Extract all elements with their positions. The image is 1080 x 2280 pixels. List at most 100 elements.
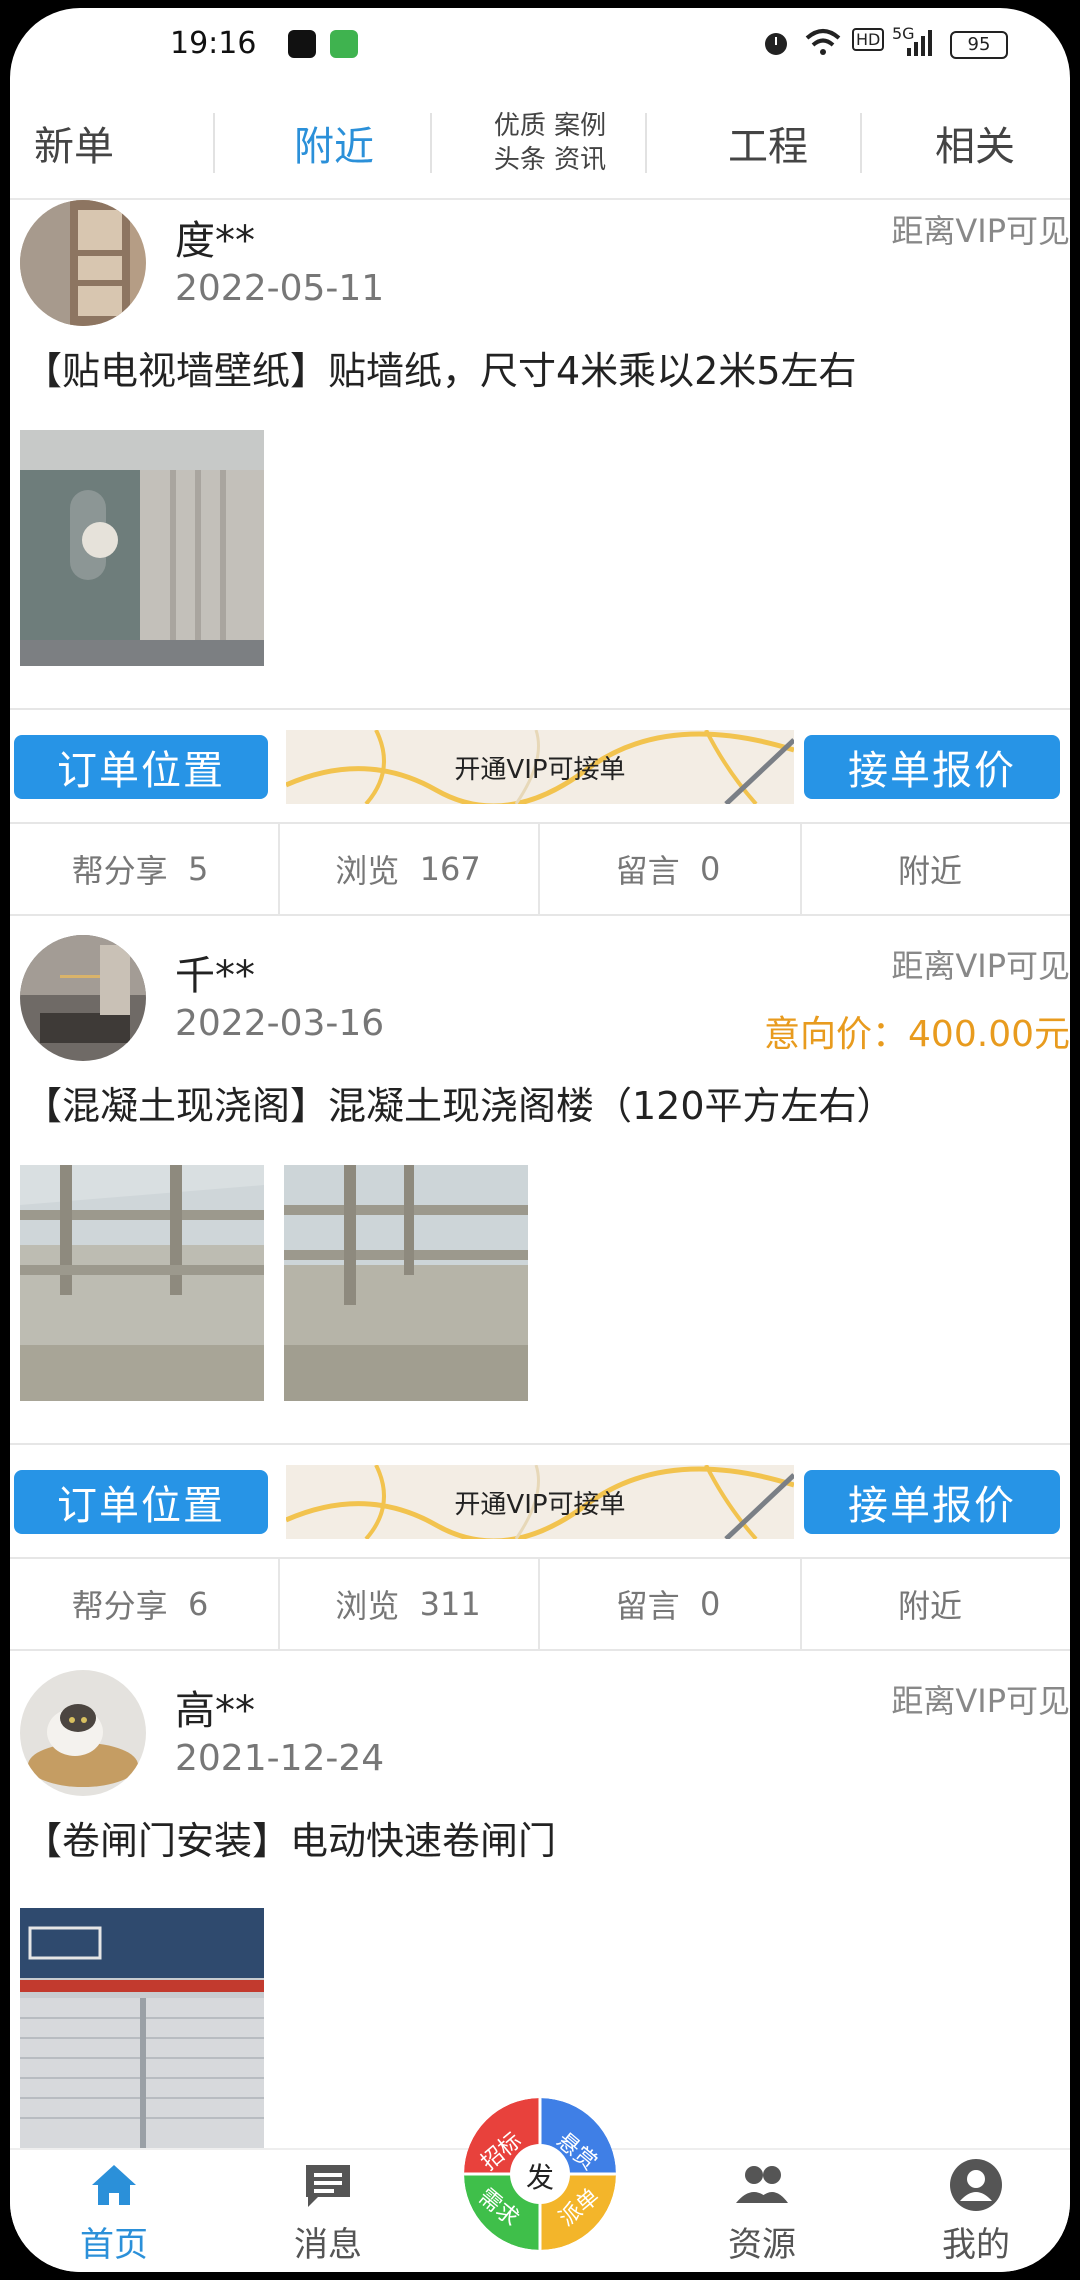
avatar[interactable] [20, 935, 146, 1061]
order-photo[interactable] [20, 430, 264, 666]
comments-label: 留言 [615, 1587, 680, 1625]
quote-label: 接单报价 [848, 748, 1016, 794]
publish-label: 发 [526, 2161, 555, 2194]
order-location-label: 订单位置 [57, 748, 225, 794]
nav-resources-label: 资源 [728, 2225, 796, 2265]
card-divider [10, 1443, 1070, 1445]
top-tab-bar: 新单 附近 优质 案例 头条 资讯 工程 相关 [10, 88, 1070, 200]
publish-fab[interactable]: 发 招标 悬赏 需求 派单 [464, 2098, 616, 2250]
nearby-label: 附近 [897, 1587, 962, 1625]
order-actions: 订单位置 开通VIP可接单 接单报价 [10, 730, 1070, 804]
phone-frame: 19:16 HD 5G 95 新单 附近 优质 案例 头条 资讯 工程 相关 度… [0, 0, 1080, 2280]
avatar[interactable] [20, 200, 146, 326]
distance-vip-note: 距离VIP可见 [891, 1682, 1070, 1720]
order-location-button[interactable]: 订单位置 [14, 735, 268, 799]
order-title: 【混凝土现浇阁】混凝土现浇阁楼（120平方左右） [24, 1084, 895, 1128]
view-count: 浏览 167 [278, 824, 538, 914]
tab-divider [213, 113, 215, 173]
order-actions: 订单位置 开通VIP可接单 接单报价 [10, 1465, 1070, 1539]
tab-related[interactable]: 相关 [880, 88, 1070, 198]
order-location-button[interactable]: 订单位置 [14, 1470, 268, 1534]
order-date: 2021-12-24 [175, 1738, 385, 1779]
views-label: 浏览 [335, 852, 400, 890]
tab-new-label: 新单 [34, 124, 114, 170]
order-photo[interactable] [284, 1165, 528, 1401]
order-photo[interactable] [20, 1165, 264, 1401]
views-value: 167 [419, 850, 481, 888]
user-profile-icon [950, 2159, 1002, 2211]
share-count[interactable]: 帮分享 5 [10, 824, 270, 914]
tab-headlines-label-bottom: 头条 资讯 [493, 145, 607, 175]
signal-icon [907, 30, 932, 56]
tab-divider [645, 113, 647, 173]
message-icon [306, 2165, 350, 2207]
people-icon [736, 2166, 788, 2203]
avatar[interactable] [20, 1670, 146, 1796]
nav-mine-label: 我的 [942, 2225, 1010, 2265]
nav-home[interactable]: 首页 [34, 2150, 194, 2272]
views-label: 浏览 [335, 1587, 400, 1625]
alarm-icon [765, 33, 787, 55]
tab-engineering-label: 工程 [728, 124, 808, 170]
comments-value: 0 [700, 1585, 721, 1623]
order-date: 2022-03-16 [175, 1003, 385, 1044]
order-photo[interactable] [20, 1908, 264, 2148]
tab-related-label: 相关 [935, 124, 1015, 170]
quote-button[interactable]: 接单报价 [804, 1470, 1060, 1534]
share-count[interactable]: 帮分享 6 [10, 1559, 270, 1649]
nearby-link[interactable]: 附近 [800, 1559, 1060, 1649]
user-name: 千** [175, 953, 255, 999]
status-bar: 19:16 HD 5G 95 [10, 8, 1070, 80]
order-map-preview[interactable]: 开通VIP可接单 [286, 1465, 794, 1539]
quote-label: 接单报价 [848, 1483, 1016, 1529]
wifi-icon [805, 29, 841, 55]
tab-nearby[interactable]: 附近 [234, 88, 434, 198]
nearby-link[interactable]: 附近 [800, 824, 1060, 914]
distance-vip-note: 距离VIP可见 [891, 212, 1070, 250]
share-label: 帮分享 [71, 852, 168, 890]
tab-headlines-label-top: 优质 案例 [493, 111, 607, 141]
nav-messages[interactable]: 消息 [248, 2150, 408, 2272]
calendar-notification-icon [330, 30, 358, 58]
tab-divider [430, 113, 432, 173]
views-value: 311 [419, 1585, 481, 1623]
nav-messages-label: 消息 [294, 2225, 362, 2265]
map-vip-text: 开通VIP可接单 [454, 754, 626, 785]
card-divider [10, 708, 1070, 710]
tab-divider [860, 113, 862, 173]
quote-button[interactable]: 接单报价 [804, 735, 1060, 799]
share-value: 5 [188, 850, 209, 888]
order-card[interactable]: 千** 2022-03-16 距离VIP可见 意向价：400.00元 【混凝土现… [10, 935, 1070, 1465]
nav-mine[interactable]: 我的 [896, 2150, 1056, 2272]
order-location-label: 订单位置 [57, 1483, 225, 1529]
order-title: 【贴电视墙壁纸】贴墙纸，尺寸4米乘以2米5左右 [24, 349, 857, 393]
tab-nearby-label: 附近 [294, 124, 374, 170]
home-icon [92, 2165, 136, 2205]
tab-engineering[interactable]: 工程 [658, 88, 878, 198]
order-stats: 帮分享 5 浏览 167 留言 0 附近 [10, 822, 1070, 916]
nearby-label: 附近 [897, 852, 962, 890]
order-stats: 帮分享 6 浏览 311 留言 0 附近 [10, 1557, 1070, 1651]
nav-resources[interactable]: 资源 [682, 2150, 842, 2272]
map-vip-text: 开通VIP可接单 [454, 1489, 626, 1520]
comment-count[interactable]: 留言 0 [538, 824, 798, 914]
order-map-preview[interactable]: 开通VIP可接单 [286, 730, 794, 804]
comment-count[interactable]: 留言 0 [538, 1559, 798, 1649]
intended-price: 意向价：400.00元 [764, 1014, 1070, 1055]
order-title: 【卷闸门安装】电动快速卷闸门 [24, 1819, 557, 1863]
nav-home-label: 首页 [80, 2225, 148, 2265]
tab-new[interactable]: 新单 [10, 88, 138, 198]
hd-icon: HD [852, 28, 885, 51]
comments-value: 0 [700, 850, 721, 888]
share-label: 帮分享 [71, 1587, 168, 1625]
share-value: 6 [188, 1585, 209, 1623]
app-notification-icon [288, 30, 316, 58]
order-date: 2022-05-11 [175, 268, 385, 309]
order-card[interactable]: 度** 2022-05-11 距离VIP可见 【贴电视墙壁纸】贴墙纸，尺寸4米乘… [10, 200, 1070, 730]
user-name: 度** [175, 218, 255, 264]
tab-headlines[interactable]: 优质 案例 头条 资讯 [440, 88, 660, 198]
status-time: 19:16 [170, 26, 257, 61]
comments-label: 留言 [615, 852, 680, 890]
order-card[interactable]: 高** 2021-12-24 距离VIP可见 【卷闸门安装】电动快速卷闸门 [10, 1670, 1070, 2150]
screen: 19:16 HD 5G 95 新单 附近 优质 案例 头条 资讯 工程 相关 度… [10, 8, 1070, 2272]
